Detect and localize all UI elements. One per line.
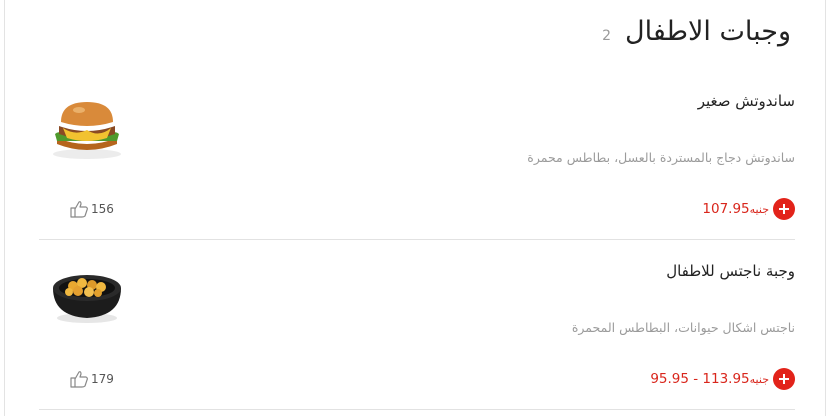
- add-to-cart-button[interactable]: [773, 198, 795, 220]
- burger-icon: [53, 102, 121, 159]
- add-to-cart-button[interactable]: [773, 368, 795, 390]
- menu-item[interactable]: ساندوتش صغير ساندوتش دجاج بالمستردة بالع…: [39, 86, 795, 240]
- like-count: 179: [91, 372, 114, 386]
- like-count: 156: [91, 202, 114, 216]
- item-price: 107.95جنيه: [702, 201, 769, 217]
- item-price-row: 95.95 - 113.95جنيه: [650, 368, 795, 390]
- item-price-row: 107.95جنيه: [702, 198, 795, 220]
- like-counter[interactable]: 156: [69, 200, 114, 218]
- nuggets-bowl-icon: [53, 275, 121, 323]
- item-name: وجبة ناجتس للاطفال: [666, 262, 795, 280]
- section-item-count: 2: [602, 28, 611, 44]
- item-price: 95.95 - 113.95جنيه: [650, 371, 769, 387]
- item-description: ناجتس اشكال حيوانات، البطاطس المحمرة: [571, 320, 795, 335]
- item-description: ساندوتش دجاج بالمستردة بالعسل، بطاطس محم…: [527, 150, 795, 165]
- menu-section: وجبات الاطفال 2 ساندوتش صغير ساندوتش دجا…: [4, 0, 826, 416]
- section-header: وجبات الاطفال 2: [602, 16, 791, 47]
- section-title: وجبات الاطفال: [625, 16, 791, 47]
- item-name: ساندوتش صغير: [697, 92, 795, 110]
- plus-icon: [779, 204, 789, 214]
- thumbs-up-icon: [70, 371, 88, 388]
- plus-icon: [779, 374, 789, 384]
- menu-item[interactable]: وجبة ناجتس للاطفال ناجتس اشكال حيوانات، …: [39, 256, 795, 410]
- thumbs-up-icon: [70, 201, 88, 218]
- like-counter[interactable]: 179: [69, 370, 114, 388]
